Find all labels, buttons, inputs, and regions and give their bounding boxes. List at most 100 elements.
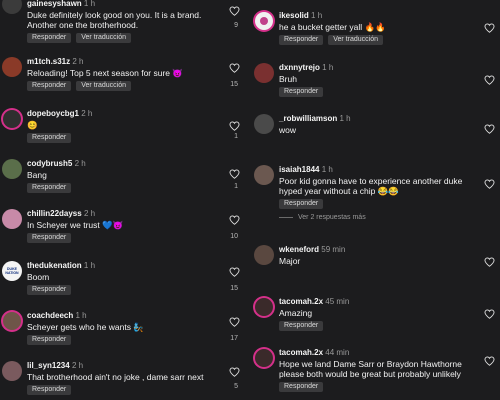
- comment-time: 2 h: [74, 159, 86, 168]
- reply-button[interactable]: Responder: [27, 81, 72, 91]
- like-count: 17: [230, 335, 238, 342]
- avatar[interactable]: [2, 209, 22, 229]
- avatar[interactable]: [2, 0, 22, 14]
- comment-text: Bang: [27, 170, 47, 180]
- avatar[interactable]: [255, 12, 273, 30]
- heart-icon[interactable]: [484, 179, 495, 189]
- comment-time: 44 min: [325, 348, 350, 357]
- comment-text: Duke definitely look good on you. It is …: [27, 10, 202, 30]
- heart-icon[interactable]: [229, 267, 240, 277]
- avatar[interactable]: [2, 57, 22, 77]
- heart-icon[interactable]: [229, 367, 240, 377]
- comment-username[interactable]: tacomah.2x: [279, 348, 323, 357]
- comment-username[interactable]: thedukenation: [27, 261, 82, 270]
- comment-username[interactable]: dxnnytrejo: [279, 63, 320, 72]
- comment-username[interactable]: tacomah.2x: [279, 297, 323, 306]
- avatar[interactable]: [254, 165, 274, 185]
- like-count: 15: [230, 81, 238, 88]
- comment-time: 2 h: [83, 209, 96, 218]
- comment-time: 59 min: [321, 245, 346, 254]
- comment-time: 2 h: [72, 57, 84, 66]
- heart-icon[interactable]: [484, 23, 495, 33]
- comment-time: 2 h: [81, 109, 93, 118]
- heart-icon[interactable]: [484, 309, 495, 319]
- heart-icon[interactable]: [229, 63, 240, 73]
- reply-button[interactable]: Responder: [279, 321, 324, 331]
- comment-text: Hope we land Dame Sarr or Braydon Hawtho…: [279, 359, 462, 379]
- avatar[interactable]: [254, 63, 274, 83]
- like-count: 10: [230, 233, 238, 240]
- heart-icon[interactable]: [484, 257, 495, 267]
- comment-text: Major: [279, 256, 301, 266]
- comment-time: 1 h: [75, 311, 87, 320]
- heart-icon[interactable]: [484, 75, 495, 85]
- comment-username[interactable]: coachdeech: [27, 311, 73, 320]
- heart-icon[interactable]: [229, 317, 240, 327]
- view-more-replies[interactable]: Ver 2 respuestas más: [279, 214, 476, 221]
- comment-username[interactable]: codybrush5: [27, 159, 72, 168]
- comment-text: That brotherhood ain't no joke , dame sa…: [27, 372, 204, 382]
- avatar[interactable]: [254, 114, 274, 134]
- comment-text: In Scheyer we trust 💙😈: [27, 220, 124, 230]
- avatar[interactable]: [3, 312, 21, 330]
- reply-button[interactable]: Responder: [27, 133, 72, 143]
- avatar[interactable]: [254, 245, 274, 265]
- reply-button[interactable]: Responder: [279, 199, 324, 209]
- heart-icon[interactable]: [229, 6, 240, 16]
- heart-icon[interactable]: [484, 356, 495, 366]
- reply-button[interactable]: Responder: [27, 285, 72, 295]
- avatar[interactable]: [3, 110, 21, 128]
- comment-username[interactable]: m1tch.s31z: [27, 57, 70, 66]
- reply-button[interactable]: Responder: [279, 35, 324, 45]
- heart-icon[interactable]: [229, 169, 240, 179]
- avatar[interactable]: [255, 298, 273, 316]
- avatar[interactable]: [2, 159, 22, 179]
- comment-time: 1 h: [83, 0, 96, 8]
- comment-username[interactable]: chillin22dayss: [27, 209, 82, 218]
- comment-username[interactable]: ikesolid: [279, 11, 309, 20]
- replies-divider: [279, 217, 293, 218]
- reply-button[interactable]: Responder: [27, 33, 72, 43]
- comment-time: 1 h: [321, 165, 333, 174]
- reply-button[interactable]: Responder: [27, 335, 72, 345]
- comment-text: wow: [279, 125, 297, 135]
- comment-username[interactable]: wkeneford: [279, 245, 319, 254]
- like-count: 15: [230, 285, 238, 292]
- comment-username[interactable]: gainesyshawn: [27, 0, 82, 8]
- avatar[interactable]: [2, 361, 22, 381]
- comment-text: Bruh: [279, 74, 297, 84]
- comment-text: Reloading! Top 5 next season for sure 😈: [27, 68, 183, 78]
- reply-button[interactable]: Responder: [279, 87, 324, 97]
- comment-time: 1 h: [322, 63, 334, 72]
- comment-time: 1 h: [339, 114, 351, 123]
- translate-button[interactable]: Ver traducción: [328, 35, 383, 45]
- translate-button[interactable]: Ver traducción: [76, 81, 131, 91]
- heart-icon[interactable]: [229, 215, 240, 225]
- duke-nation-logo[interactable]: DUKE NATION: [2, 261, 22, 281]
- like-count: 9: [234, 22, 238, 29]
- comment-username[interactable]: dopeboycbg1: [27, 109, 79, 118]
- comment-username[interactable]: isaiah1844: [279, 165, 319, 174]
- reply-button[interactable]: Responder: [279, 382, 324, 392]
- comment-username[interactable]: lil_syn1234: [27, 361, 70, 370]
- reply-button[interactable]: Responder: [27, 183, 72, 193]
- translate-button[interactable]: Ver traducción: [76, 33, 131, 43]
- reply-button[interactable]: Responder: [27, 233, 72, 243]
- comment-time: 1 h: [311, 11, 323, 20]
- like-count: 1: [234, 133, 238, 140]
- like-count: 5: [234, 383, 238, 390]
- avatar[interactable]: [255, 349, 273, 367]
- comment-username[interactable]: _robwilliamson: [279, 114, 337, 123]
- reply-button[interactable]: Responder: [27, 385, 72, 395]
- duke-nation-logo-text: DUKE NATION: [5, 267, 19, 275]
- like-count: 1: [234, 183, 238, 190]
- comment-text: Boom: [27, 272, 50, 282]
- heart-icon[interactable]: [484, 124, 495, 134]
- heart-icon[interactable]: [229, 121, 240, 131]
- comment-text: 😊: [27, 120, 38, 130]
- comment-text: Amazing: [279, 308, 313, 318]
- comment-time: 2 h: [71, 361, 84, 370]
- comment-text: Poor kid gonna have to experience anothe…: [279, 176, 463, 196]
- comment-text: Scheyer gets who he wants 🧞: [27, 322, 144, 332]
- view-more-replies-label: Ver 2 respuestas más: [298, 214, 366, 221]
